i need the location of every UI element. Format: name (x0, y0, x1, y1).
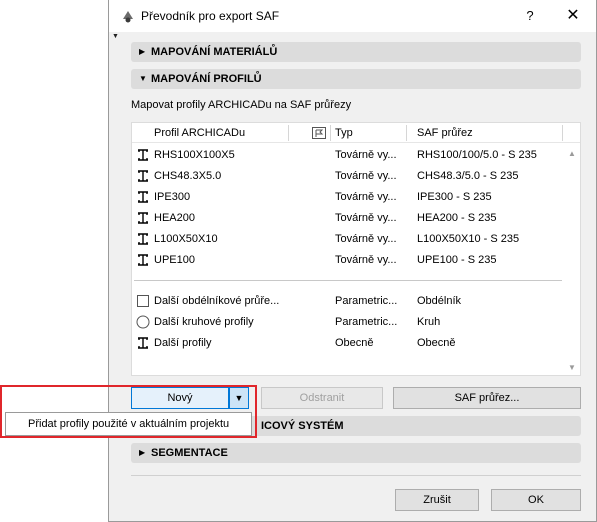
section-profile-mapping[interactable]: ▼ MAPOVÁNÍ PROFILŮ (131, 69, 581, 89)
section-profile-mapping-label: MAPOVÁNÍ PROFILŮ (151, 73, 262, 85)
ok-button[interactable]: OK (491, 489, 581, 511)
row-name: RHS100X100X5 (154, 149, 235, 161)
column-header-name[interactable]: Profil ARCHICADu (154, 127, 245, 139)
section-segmentation[interactable]: ▶ SEGMENTACE (131, 443, 581, 463)
chevron-right-icon: ▶ (139, 448, 146, 457)
profile-icon (138, 170, 148, 182)
row-name: HEA200 (154, 212, 195, 224)
row-type: Obecně (335, 337, 374, 349)
flag-icon (312, 127, 326, 139)
row-name: Další profily (154, 337, 212, 349)
row-saf: UPE100 - S 235 (417, 254, 497, 266)
highlight-annotation (0, 385, 257, 438)
section-material-mapping[interactable]: ▶ MAPOVÁNÍ MATERIÁLŮ (131, 42, 581, 62)
table-row[interactable]: RHS100X100X5 Továrně vy... RHS100/100/5.… (132, 145, 562, 166)
row-name: CHS48.3X5.0 (154, 170, 222, 182)
row-name: L100X50X10 (154, 233, 218, 245)
row-name: Další kruhové profily (154, 316, 254, 328)
table-row[interactable]: HEA200 Továrně vy... HEA200 - S 235 (132, 208, 562, 229)
profile-icon (138, 233, 148, 245)
chevron-down-icon: ▼ (139, 74, 147, 83)
row-type: Továrně vy... (335, 191, 397, 203)
window-title: Převodník pro export SAF (141, 9, 280, 23)
cancel-button[interactable]: Zrušit (395, 489, 479, 511)
profile-icon (138, 149, 148, 161)
table-row[interactable]: UPE100 Továrně vy... UPE100 - S 235 (132, 250, 562, 271)
row-saf: Kruh (417, 316, 441, 328)
row-saf: CHS48.3/5.0 - S 235 (417, 170, 519, 182)
row-saf: RHS100/100/5.0 - S 235 (417, 149, 537, 161)
row-name: Další obdélníkové průře... (154, 295, 280, 307)
profile-icon (138, 212, 148, 224)
row-type: Továrně vy... (335, 170, 397, 182)
row-saf: L100X50X10 - S 235 (417, 233, 520, 245)
table-row[interactable]: CHS48.3X5.0 Továrně vy... CHS48.3/5.0 - … (132, 166, 562, 187)
table-row[interactable]: IPE300 Továrně vy... IPE300 - S 235 (132, 187, 562, 208)
close-icon[interactable]: ✕ (561, 4, 585, 28)
scroll-up-icon[interactable]: ▲ (568, 149, 576, 158)
section-material-mapping-label: MAPOVÁNÍ MATERIÁLŮ (151, 46, 278, 58)
table-row[interactable]: Další profily Obecně Obecně (132, 333, 562, 354)
profile-icon (138, 254, 148, 266)
list-header: Profil ARCHICADu Typ SAF průřez (132, 123, 580, 143)
saf-export-dialog: Převodník pro export SAF ? ✕ ▼ ▶ MAPOVÁN… (108, 0, 597, 522)
section-segmentation-label: SEGMENTACE (151, 447, 228, 459)
rectangle-icon (137, 295, 149, 307)
column-header-saf[interactable]: SAF průřez (417, 127, 473, 139)
row-type: Parametric... (335, 316, 398, 328)
section-coordinate-system-label: ICOVÝ SYSTÉM (261, 420, 344, 432)
table-row[interactable]: Další obdélníkové průře... Parametric...… (132, 291, 562, 312)
help-button[interactable]: ? (518, 4, 542, 28)
row-saf: Obdélník (417, 295, 462, 307)
circle-icon (136, 315, 150, 329)
row-type: Továrně vy... (335, 233, 397, 245)
profile-mapping-description: Mapovat profily ARCHICADu na SAF průřezy (131, 99, 352, 111)
remove-button[interactable]: Odstranit (261, 387, 383, 409)
title-bar: Převodník pro export SAF ? ✕ (109, 0, 596, 32)
profile-mapping-list: Profil ARCHICADu Typ SAF průřez ▲ ▼ RHS1… (131, 122, 581, 376)
collapse-arrow-icon: ▼ (112, 33, 119, 40)
row-type: Továrně vy... (335, 212, 397, 224)
footer-divider (131, 475, 581, 476)
chevron-right-icon: ▶ (139, 47, 146, 56)
row-type: Továrně vy... (335, 149, 397, 161)
scroll-down-icon[interactable]: ▼ (568, 363, 576, 372)
row-name: UPE100 (154, 254, 195, 266)
app-icon (123, 11, 133, 23)
column-header-type[interactable]: Typ (335, 127, 353, 139)
row-type: Továrně vy... (335, 254, 397, 266)
row-saf: HEA200 - S 235 (417, 212, 497, 224)
saf-section-button[interactable]: SAF průřez... (393, 387, 581, 409)
table-row[interactable]: Další kruhové profily Parametric... Kruh (132, 312, 562, 333)
list-divider (134, 280, 562, 281)
profile-icon (138, 191, 148, 203)
row-name: IPE300 (154, 191, 191, 203)
row-type: Parametric... (335, 295, 398, 307)
row-saf: IPE300 - S 235 (417, 191, 492, 203)
table-row[interactable]: L100X50X10 Továrně vy... L100X50X10 - S … (132, 229, 562, 250)
row-saf: Obecně (417, 337, 456, 349)
profile-icon (138, 337, 148, 349)
